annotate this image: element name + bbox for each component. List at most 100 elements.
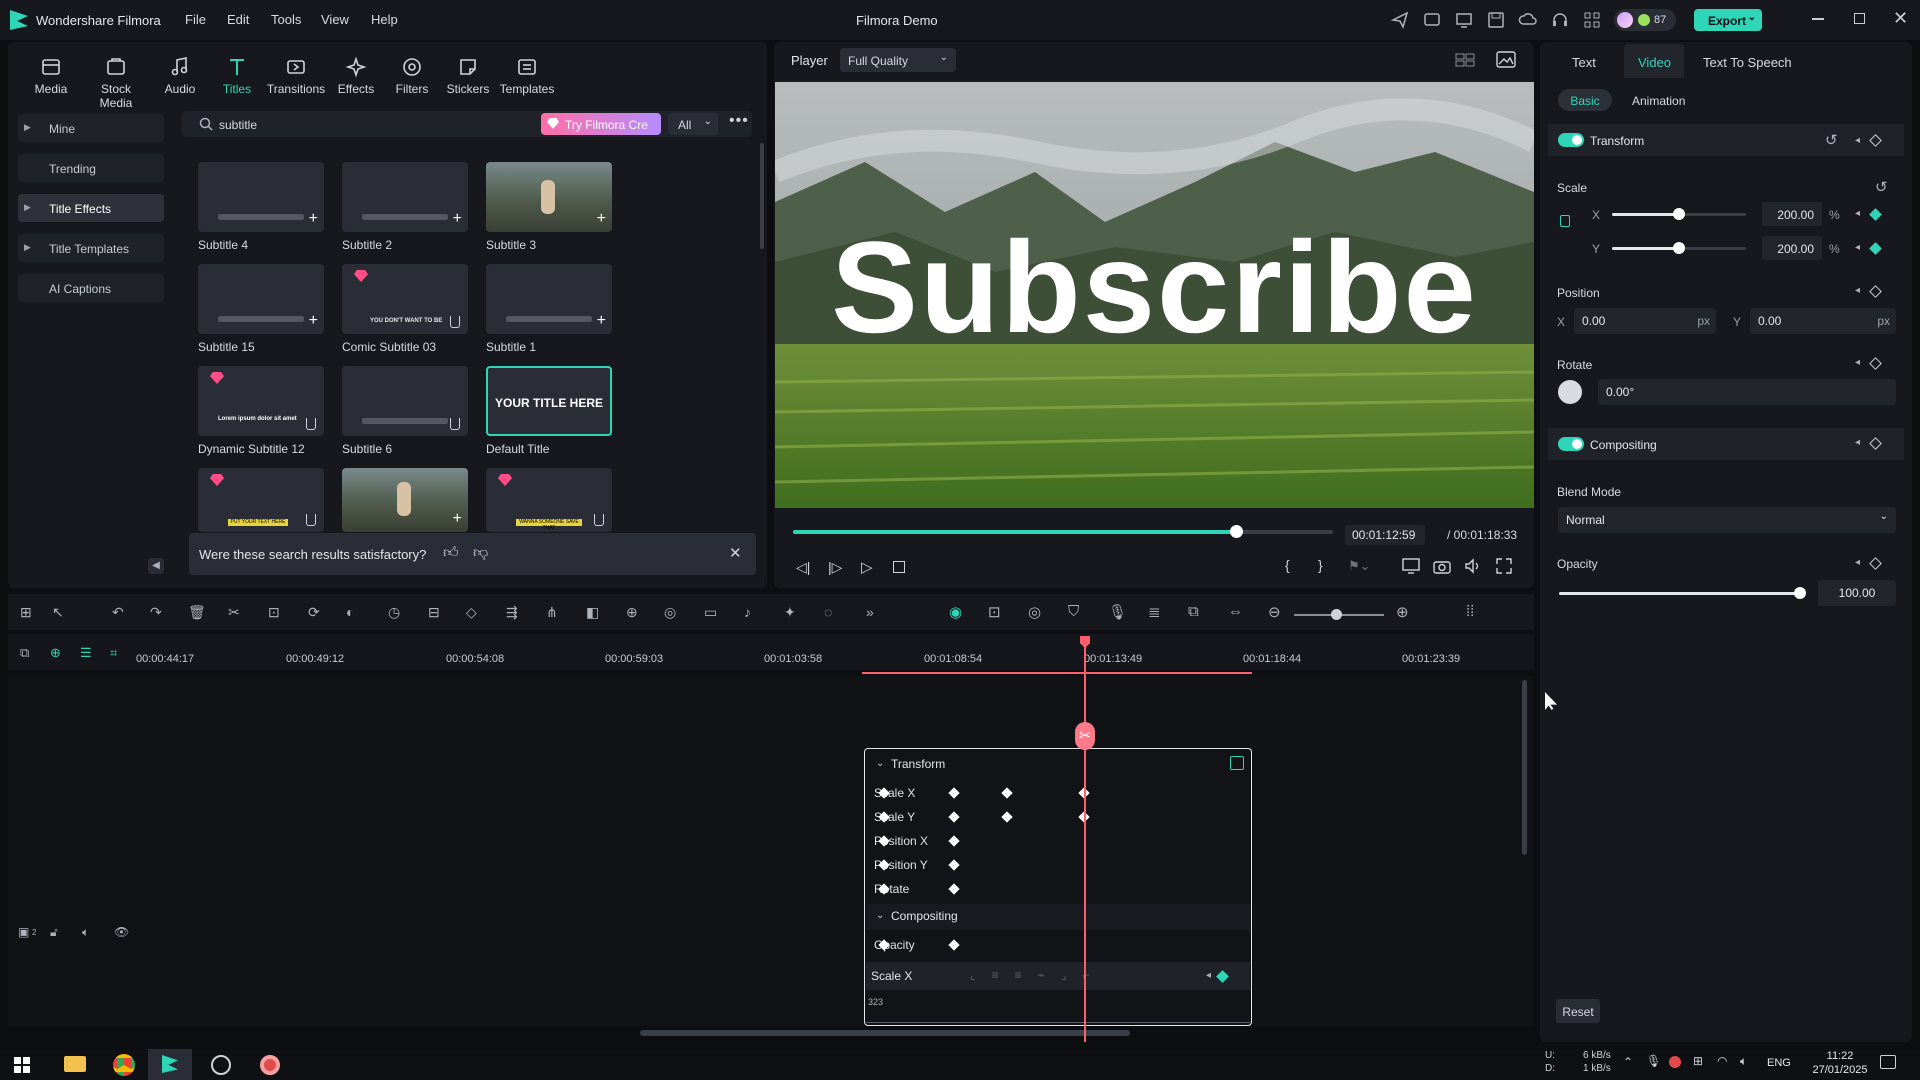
title-overlay-text[interactable]: Subscribe bbox=[775, 212, 1534, 362]
more-options-icon[interactable]: ••• bbox=[729, 112, 749, 130]
select-arrow-icon[interactable]: ↖ bbox=[52, 604, 64, 621]
render-icon[interactable]: ◎ bbox=[1028, 603, 1041, 621]
title-card-subtitle-15[interactable]: + bbox=[198, 264, 324, 334]
reframe-icon[interactable]: ▭ bbox=[704, 604, 717, 621]
mute-track-icon[interactable]: 🔈︎ bbox=[82, 925, 89, 940]
sidebar-item-trending[interactable]: Trending bbox=[18, 154, 164, 182]
image-snapshot-icon[interactable] bbox=[1496, 51, 1516, 69]
scale-y-knob[interactable] bbox=[1673, 242, 1685, 254]
expand-panel-icon[interactable] bbox=[1230, 756, 1244, 770]
prev-keyframe-icon[interactable]: ◂ bbox=[1855, 285, 1860, 296]
playhead-line[interactable] bbox=[1084, 636, 1086, 1042]
undo-icon[interactable]: ↶ bbox=[112, 604, 124, 621]
tray-app-icon[interactable]: ⊞ bbox=[1693, 1054, 1703, 1068]
position-y-input[interactable]: 0.00 px bbox=[1750, 308, 1896, 334]
voiceover-mic-icon[interactable]: 🎙︎ bbox=[1108, 603, 1127, 621]
split-audio-icon[interactable]: ⋔ bbox=[546, 604, 558, 621]
snap-icon[interactable]: ⌗ bbox=[110, 645, 117, 661]
lock-track-icon[interactable]: 🔓︎ bbox=[50, 925, 58, 940]
previous-frame-icon[interactable]: ◁| bbox=[796, 559, 810, 576]
record-tray-icon[interactable] bbox=[1669, 1056, 1681, 1068]
camera-snapshot-icon[interactable] bbox=[1433, 558, 1451, 574]
credits-badge[interactable]: 87 bbox=[1614, 9, 1676, 31]
menu-help[interactable]: Help bbox=[371, 12, 398, 27]
windows-start-icon[interactable] bbox=[14, 1057, 30, 1073]
file-explorer-icon[interactable] bbox=[64, 1056, 86, 1072]
headset-icon[interactable] bbox=[1550, 10, 1570, 30]
stabilize-icon[interactable]: ⊕ bbox=[626, 604, 638, 621]
visibility-eye-icon[interactable]: 👁︎ bbox=[114, 925, 129, 939]
color-icon[interactable]: ◐ bbox=[346, 604, 354, 620]
playback-progress-knob[interactable] bbox=[1229, 525, 1243, 538]
compositing-toggle[interactable] bbox=[1558, 437, 1584, 451]
redo-icon[interactable]: ↷ bbox=[150, 604, 162, 621]
position-x-input[interactable]: 0.00 px bbox=[1574, 308, 1716, 334]
tool-audio[interactable]: Audio bbox=[150, 56, 210, 96]
work-area-range[interactable] bbox=[862, 672, 1252, 674]
tool-stock-media[interactable]: Stock Media bbox=[86, 56, 146, 110]
rotate-input[interactable]: 0.00° bbox=[1598, 379, 1896, 405]
notifications-icon[interactable] bbox=[1880, 1055, 1896, 1069]
apps-grid-icon[interactable] bbox=[1582, 10, 1602, 30]
menu-file[interactable]: File bbox=[185, 12, 206, 27]
add-icon[interactable]: + bbox=[597, 313, 606, 329]
scale-x-knob[interactable] bbox=[1673, 208, 1685, 220]
title-card-dynamic-subtitle-12[interactable]: Lorem ipsum dolor sit amet bbox=[198, 366, 324, 436]
subtab-animation[interactable]: Animation bbox=[1632, 94, 1685, 108]
title-card-subtitle-1[interactable]: + bbox=[486, 264, 612, 334]
delete-icon[interactable]: 🗑︎ bbox=[188, 604, 206, 621]
title-card-subtitle-2[interactable]: + bbox=[342, 162, 468, 232]
minimize-icon[interactable] bbox=[1812, 18, 1824, 20]
taskbar-filmora-active[interactable] bbox=[148, 1049, 192, 1080]
reset-icon[interactable]: ↺ bbox=[1825, 131, 1838, 149]
stop-icon[interactable] bbox=[893, 561, 905, 573]
transform-toggle[interactable] bbox=[1558, 133, 1584, 147]
feedback-icon[interactable] bbox=[1422, 10, 1442, 30]
download-icon[interactable] bbox=[306, 514, 316, 526]
subtab-basic[interactable]: Basic bbox=[1558, 89, 1612, 111]
send-icon[interactable] bbox=[1390, 10, 1410, 30]
clock[interactable]: 11:22 27/01/2025 bbox=[1812, 1049, 1868, 1077]
track-manager-icon[interactable]: ☰ bbox=[80, 645, 92, 661]
chrome-icon[interactable] bbox=[113, 1054, 135, 1076]
audio-stretch-icon[interactable]: ♪ bbox=[744, 604, 751, 620]
title-card-comic-subtitle-03[interactable]: YOU DON'T WANT TO BE bbox=[342, 264, 468, 334]
blend-mode-dropdown[interactable]: Normal ⌄ bbox=[1558, 507, 1896, 533]
timeline-horizontal-scrollbar[interactable] bbox=[640, 1030, 1130, 1036]
opacity-input[interactable]: 100.00 bbox=[1818, 580, 1896, 606]
play-icon[interactable]: ▷ bbox=[861, 558, 873, 576]
motion-icon[interactable]: ◎ bbox=[664, 604, 676, 621]
microphone-icon[interactable]: 🎙︎ bbox=[1646, 1054, 1661, 1068]
add-icon[interactable]: + bbox=[453, 511, 462, 527]
prev-keyframe-icon[interactable]: ◂ bbox=[1855, 437, 1860, 448]
prev-keyframe-icon[interactable]: ◂ bbox=[1855, 208, 1860, 219]
sidebar-item-mine[interactable]: ▶ Mine bbox=[18, 114, 164, 142]
chevron-down-icon[interactable]: ⌄ bbox=[876, 910, 884, 921]
prev-keyframe-icon[interactable]: ◂ bbox=[1206, 970, 1211, 981]
more-tools-icon[interactable]: » bbox=[866, 604, 874, 620]
input-language[interactable]: ENG bbox=[1767, 1057, 1791, 1069]
record-icon[interactable] bbox=[260, 1055, 280, 1075]
crop-icon[interactable]: ⊡ bbox=[268, 604, 280, 621]
download-icon[interactable] bbox=[306, 418, 316, 430]
tool-templates[interactable]: Templates bbox=[497, 56, 557, 96]
try-filmora-creative-button[interactable]: Try Filmora Cre bbox=[541, 113, 661, 135]
tool-titles[interactable]: Titles bbox=[207, 56, 267, 96]
freeze-icon[interactable]: ⊟ bbox=[428, 604, 440, 621]
wifi-icon[interactable]: ◠ bbox=[1717, 1054, 1727, 1068]
sidebar-item-ai-captions[interactable]: AI Captions bbox=[18, 274, 164, 302]
prev-keyframe-icon[interactable]: ◂ bbox=[1855, 135, 1860, 146]
view-options-icon[interactable]: ⁞⁞ bbox=[1466, 603, 1474, 620]
library-scrollbar[interactable] bbox=[760, 143, 764, 249]
pip-icon[interactable]: ⧉ bbox=[1188, 603, 1199, 620]
grid-view-icon[interactable] bbox=[1455, 52, 1475, 68]
speed-icon[interactable]: ◷ bbox=[388, 604, 400, 621]
download-icon[interactable] bbox=[450, 316, 460, 328]
tab-text-to-speech[interactable]: Text To Speech bbox=[1703, 55, 1792, 70]
cut-icon[interactable]: ✂ bbox=[228, 604, 240, 621]
monitor-icon[interactable] bbox=[1454, 10, 1474, 30]
link-clips-icon[interactable]: ⊕ bbox=[50, 645, 61, 661]
shield-icon[interactable]: ⛉ bbox=[1068, 603, 1079, 620]
tool-effects[interactable]: Effects bbox=[326, 56, 386, 96]
rotate-dial[interactable] bbox=[1558, 380, 1582, 404]
